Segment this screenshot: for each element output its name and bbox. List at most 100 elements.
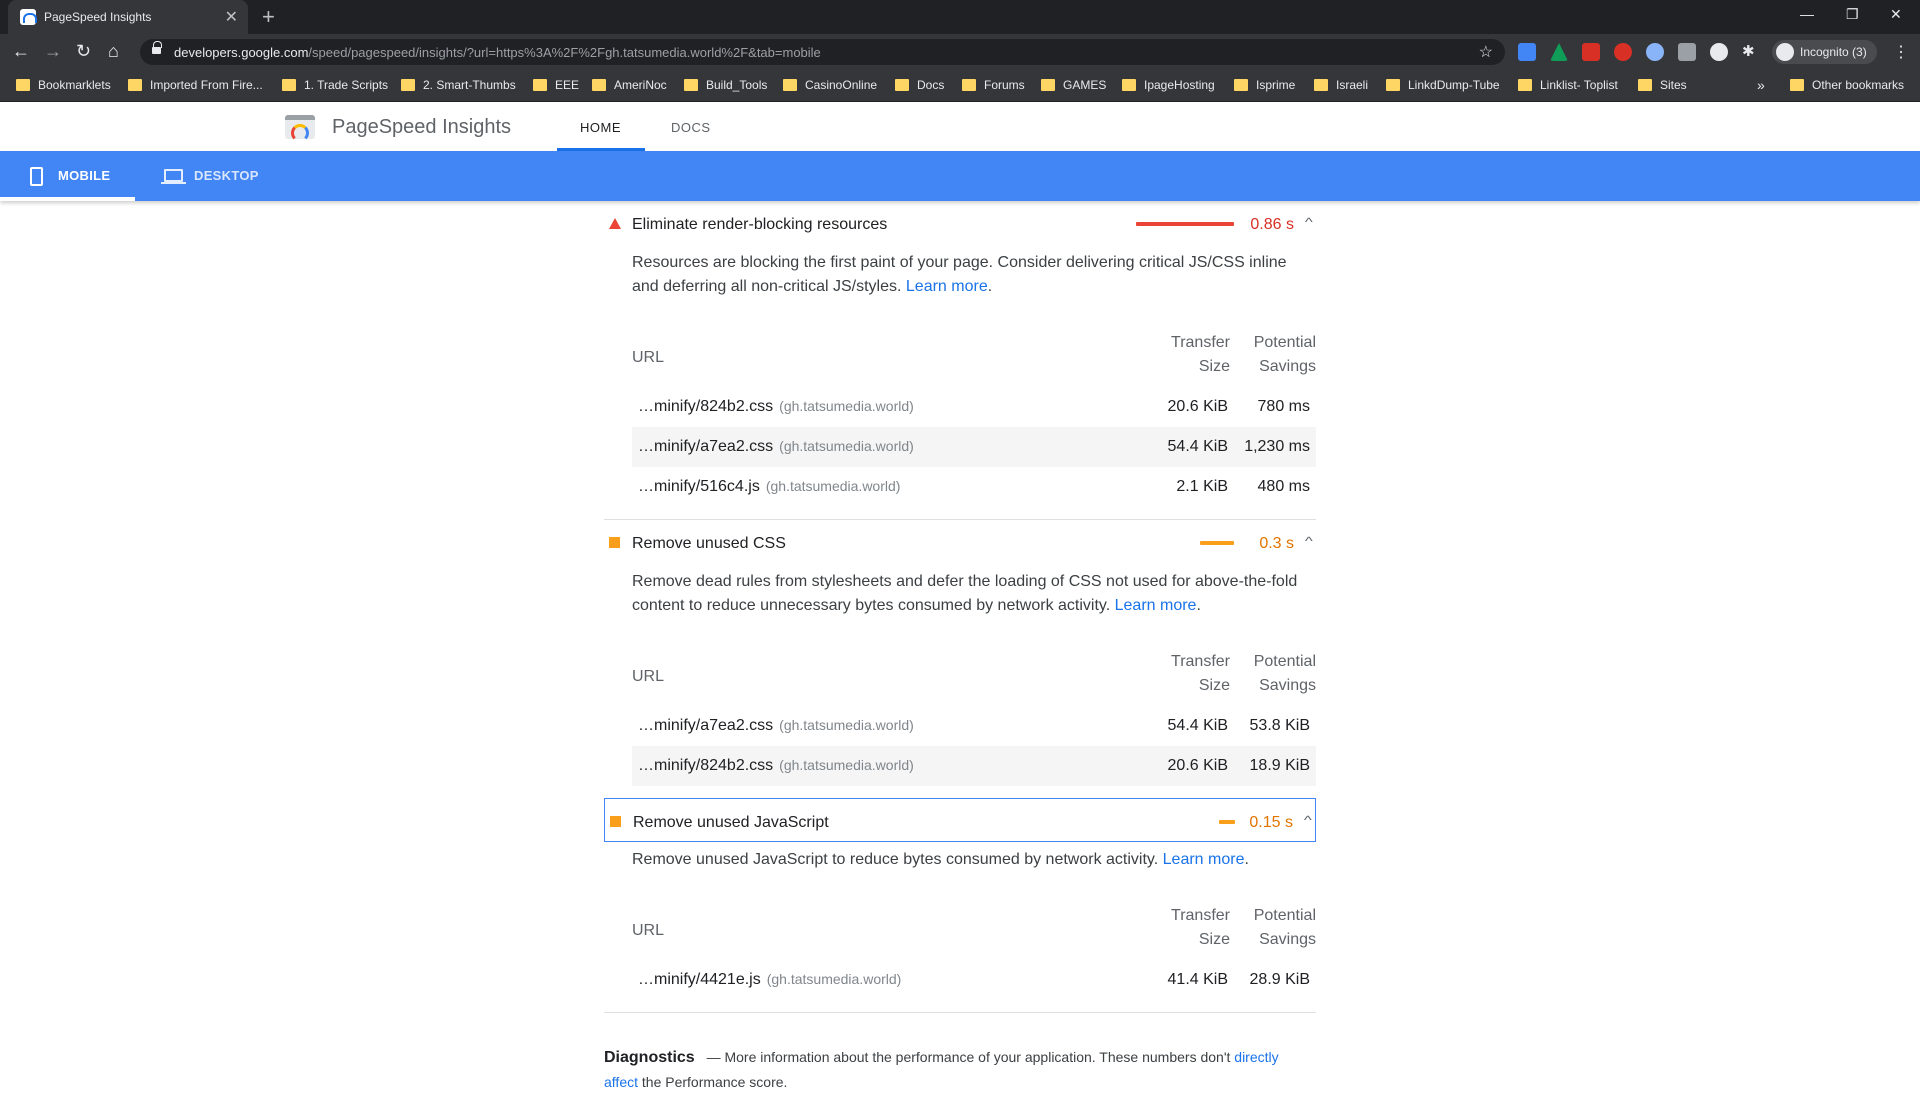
menu-kebab-icon[interactable]: ⋮ [1893, 42, 1909, 62]
extension-icon[interactable] [1550, 43, 1568, 61]
reload-icon[interactable]: ↻ [76, 42, 91, 60]
table-header: URL Transfer Size Potential Savings [632, 650, 1316, 706]
profile-button[interactable]: Incognito (3) [1772, 40, 1877, 64]
bookmark-folder[interactable]: Build_Tools [684, 78, 767, 92]
bookmark-star-icon[interactable]: ☆ [1479, 42, 1493, 62]
link-extension-icon[interactable] [1646, 43, 1664, 61]
resource-url[interactable]: …minify/a7ea2.css [638, 438, 773, 455]
potential-savings: 18.9 KiB [1249, 757, 1310, 774]
diagnostics-text: — More information about the performance… [706, 1049, 1231, 1065]
new-tab-icon[interactable]: + [262, 4, 275, 30]
adblock-extension-icon[interactable] [1614, 43, 1632, 61]
puzzle-extensions-icon[interactable]: ✱ [1742, 43, 1760, 61]
active-device-indicator [0, 197, 135, 201]
average-square-icon [609, 537, 620, 548]
potential-savings: 780 ms [1257, 398, 1310, 415]
resource-url[interactable]: …minify/4421e.js [638, 971, 761, 988]
bookmark-folder[interactable]: Forums [962, 78, 1025, 92]
pagespeed-logo-icon[interactable] [285, 115, 315, 142]
incognito-extension-icon[interactable] [1710, 43, 1728, 61]
back-icon[interactable]: ← [12, 42, 30, 60]
learn-more-link[interactable]: Learn more [906, 278, 988, 295]
minimize-icon[interactable]: — [1800, 6, 1814, 22]
audit-savings: 0.3 s [1259, 535, 1294, 552]
address-url[interactable]: developers.google.com/speed/pagespeed/in… [174, 45, 821, 60]
audit-render-blocking: Eliminate render-blocking resources 0.86… [604, 201, 1316, 520]
calendar-extension-icon[interactable] [1582, 43, 1600, 61]
incognito-avatar-icon [1776, 43, 1794, 61]
bookmark-folder[interactable]: IpageHosting [1122, 78, 1215, 92]
restore-icon[interactable]: ❐ [1846, 6, 1859, 23]
resource-url[interactable]: …minify/824b2.css [638, 757, 773, 774]
address-bar[interactable]: developers.google.com/speed/pagespeed/in… [140, 39, 1505, 65]
browser-tab[interactable]: PageSpeed Insights ✕ [8, 0, 248, 34]
bookmark-folder[interactable]: AmeriNoc [592, 78, 667, 92]
audit-header[interactable]: Eliminate render-blocking resources 0.86… [604, 201, 1316, 245]
resource-host: (gh.tatsumedia.world) [779, 717, 914, 733]
audit-header[interactable]: Remove unused JavaScript 0.15 s ^ [604, 798, 1316, 842]
tab-docs[interactable]: DOCS [671, 120, 711, 135]
col-transfer-size: Transfer Size [1171, 334, 1230, 375]
resource-url[interactable]: …minify/a7ea2.css [638, 717, 773, 734]
bookmark-folder[interactable]: LinkdDump-Tube [1386, 78, 1500, 92]
chevron-up-icon[interactable]: ^ [1305, 215, 1313, 229]
bookmark-folder[interactable]: Sites [1638, 78, 1687, 92]
diagnostics-section: Diagnostics — More information about the… [604, 1045, 1316, 1094]
bookmark-folder[interactable]: Bookmarklets [16, 78, 111, 92]
tab-mobile[interactable]: MOBILE [0, 151, 135, 201]
diagnostics-tail: the Performance score. [641, 1074, 788, 1090]
resource-url[interactable]: …minify/824b2.css [638, 398, 773, 415]
resource-table: URL Transfer Size Potential Savings …minif… [632, 331, 1316, 507]
site-title[interactable]: PageSpeed Insights [332, 116, 511, 139]
tab-home[interactable]: HOME [580, 120, 621, 135]
transfer-size: 20.6 KiB [1167, 757, 1228, 774]
resource-host: (gh.tatsumedia.world) [779, 438, 914, 454]
potential-savings: 28.9 KiB [1249, 971, 1310, 988]
col-potential-savings: Potential Savings [1253, 653, 1316, 694]
close-tab-icon[interactable]: ✕ [225, 7, 238, 27]
table-row: …minify/a7ea2.css (gh.tatsumedia.world) 54… [632, 706, 1316, 746]
learn-more-link[interactable]: Learn more [1163, 851, 1245, 868]
close-window-icon[interactable]: ✕ [1890, 6, 1902, 23]
chevron-up-icon[interactable]: ^ [1304, 813, 1312, 827]
col-url: URL [632, 922, 665, 939]
table-header: URL Transfer Size Potential Savings [632, 331, 1316, 387]
resource-host: (gh.tatsumedia.world) [779, 757, 914, 773]
savings-bar [1219, 820, 1235, 824]
bookmark-folder[interactable]: GAMES [1041, 78, 1106, 92]
other-bookmarks-folder[interactable]: Other bookmarks [1790, 78, 1904, 92]
bookmark-folder[interactable]: 1. Trade Scripts [282, 78, 388, 92]
tab-desktop-label: DESKTOP [194, 168, 259, 183]
bookmark-folder[interactable]: 2. Smart-Thumbs [401, 78, 516, 92]
resource-host: (gh.tatsumedia.world) [765, 478, 901, 494]
bookmarks-overflow-chevron[interactable]: » [1757, 77, 1765, 93]
bookmark-folder[interactable]: CasinoOnline [783, 78, 877, 92]
bookmark-folder[interactable]: Docs [895, 78, 944, 92]
audit-description: Remove dead rules from stylesheets and d… [632, 573, 1298, 614]
learn-more-link[interactable]: Learn more [1115, 597, 1197, 614]
resource-url[interactable]: …minify/516c4.js [638, 478, 760, 495]
table-row: …minify/516c4.js (gh.tatsumedia.world) 2.1… [632, 467, 1316, 507]
tab-mobile-label: MOBILE [58, 168, 111, 183]
potential-savings: 1,230 ms [1244, 438, 1310, 455]
extension-icon[interactable] [1678, 43, 1696, 61]
bookmark-folder[interactable]: Linklist- Toplist [1518, 78, 1618, 92]
translate-extension-icon[interactable] [1518, 43, 1536, 61]
tab-title: PageSpeed Insights [44, 10, 152, 24]
forward-icon[interactable]: → [44, 42, 62, 60]
bookmark-folder[interactable]: Isprime [1234, 78, 1295, 92]
transfer-size: 20.6 KiB [1167, 398, 1228, 415]
table-row: …minify/4421e.js (gh.tatsumedia.world) 41.… [632, 960, 1316, 1000]
chevron-up-icon[interactable]: ^ [1305, 534, 1313, 548]
site-header: PageSpeed Insights HOME DOCS [0, 102, 1920, 151]
bookmark-folder[interactable]: EEE [533, 78, 579, 92]
bookmark-folder[interactable]: Imported From Fire... [128, 78, 263, 92]
home-icon[interactable]: ⌂ [108, 42, 119, 60]
pagespeed-favicon-icon [20, 9, 37, 25]
audit-savings: 0.15 s [1249, 814, 1293, 831]
audit-unused-javascript: Remove unused JavaScript 0.15 s ^ Remove… [604, 798, 1316, 1013]
bookmark-folder[interactable]: Israeli [1314, 78, 1368, 92]
tab-desktop[interactable]: DESKTOP [135, 151, 285, 201]
lock-icon[interactable] [152, 41, 162, 55]
audit-header[interactable]: Remove unused CSS 0.3 s ^ [604, 520, 1316, 564]
